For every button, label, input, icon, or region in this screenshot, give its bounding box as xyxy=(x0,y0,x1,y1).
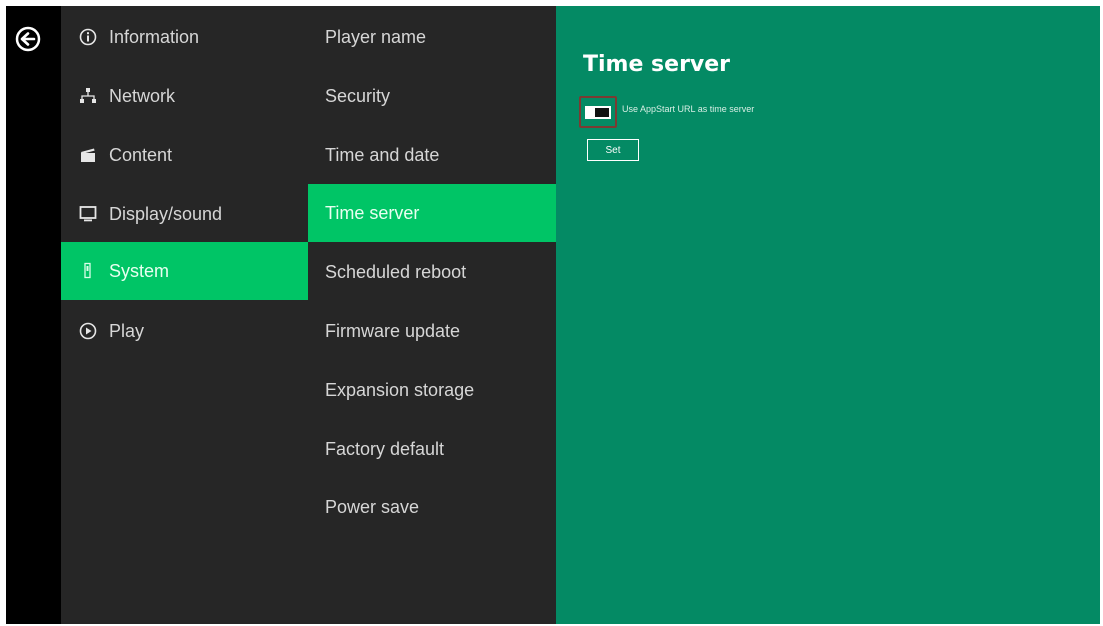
back-bar xyxy=(6,6,60,624)
sub-menu-item-time-and-date[interactable]: Time and date xyxy=(308,126,556,184)
main-menu-item-display-sound[interactable]: Display/sound xyxy=(61,185,308,243)
sub-menu-label: Scheduled reboot xyxy=(325,261,467,282)
main-menu-item-play[interactable]: Play xyxy=(61,302,308,360)
back-arrow-icon xyxy=(15,26,41,52)
monitor-icon xyxy=(79,205,97,223)
app-window: Information Network Content Display/soun… xyxy=(6,6,1100,624)
back-button[interactable] xyxy=(15,26,41,52)
time-server-toggle[interactable] xyxy=(579,96,617,128)
page-title: Time server xyxy=(583,52,731,77)
sub-menu-item-firmware-update[interactable]: Firmware update xyxy=(308,302,556,360)
sub-menu-item-expansion-storage[interactable]: Expansion storage xyxy=(308,361,556,419)
sub-menu-label: Security xyxy=(325,85,391,106)
clapperboard-icon xyxy=(79,146,97,164)
main-menu-item-content[interactable]: Content xyxy=(61,126,308,184)
toggle-knob xyxy=(595,107,609,117)
main-menu-label: Display/sound xyxy=(109,203,223,224)
sub-menu: Player name Security Time and date Time … xyxy=(308,6,556,624)
sub-menu-item-factory-default[interactable]: Factory default xyxy=(308,420,556,478)
toggle-label: Use AppStart URL as time server xyxy=(622,104,755,114)
main-menu-label: Content xyxy=(109,144,173,165)
sub-menu-label: Time and date xyxy=(325,144,440,165)
content-panel: Time server Use AppStart URL as time ser… xyxy=(556,6,1100,624)
main-menu-item-information[interactable]: Information xyxy=(61,8,308,66)
sub-menu-item-time-server[interactable]: Time server xyxy=(308,184,556,242)
main-menu-label: System xyxy=(109,260,170,281)
set-button[interactable]: Set xyxy=(587,139,639,161)
main-menu-item-system[interactable]: System xyxy=(61,242,308,300)
sub-menu-label: Player name xyxy=(325,26,427,47)
sub-menu-item-player-name[interactable]: Player name xyxy=(308,8,556,66)
sub-menu-label: Expansion storage xyxy=(325,379,475,400)
play-icon xyxy=(79,322,97,340)
sub-menu-label: Time server xyxy=(325,202,420,223)
sub-menu-label: Factory default xyxy=(325,438,445,459)
main-menu-label: Play xyxy=(109,320,145,341)
sub-menu-item-power-save[interactable]: Power save xyxy=(308,478,556,536)
main-menu: Information Network Content Display/soun… xyxy=(61,6,308,624)
info-icon xyxy=(79,28,97,46)
device-icon xyxy=(79,262,97,280)
main-menu-label: Information xyxy=(109,26,200,47)
toggle-switch xyxy=(585,105,611,119)
sub-menu-label: Firmware update xyxy=(325,320,461,341)
main-menu-label: Network xyxy=(109,85,176,106)
network-icon xyxy=(79,87,97,105)
main-menu-item-network[interactable]: Network xyxy=(61,67,308,125)
sub-menu-item-security[interactable]: Security xyxy=(308,67,556,125)
sub-menu-item-scheduled-reboot[interactable]: Scheduled reboot xyxy=(308,243,556,301)
sub-menu-label: Power save xyxy=(325,496,420,517)
